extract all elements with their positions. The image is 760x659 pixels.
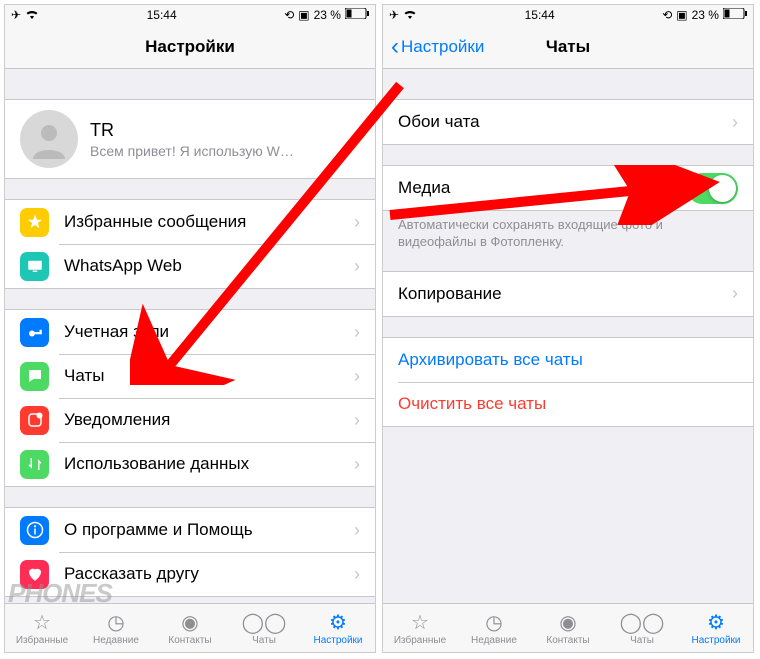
- cell-label: Избранные сообщения: [64, 212, 354, 232]
- archive-all-cell[interactable]: Архивировать все чаты: [383, 338, 753, 382]
- avatar: [20, 110, 78, 168]
- profile-cell[interactable]: TR Всем привет! Я использую W… ›: [5, 100, 375, 178]
- chevron-right-icon: ›: [354, 564, 360, 585]
- wifi-icon: [403, 8, 417, 22]
- wifi-icon: [25, 8, 39, 22]
- cell-label: Обои чата: [398, 112, 732, 132]
- chevron-right-icon: ›: [732, 112, 738, 133]
- tab-settings[interactable]: ⚙Настройки: [679, 604, 753, 652]
- tab-bar: ☆Избранные ◷Недавние ◉Контакты ◯◯Чаты ⚙Н…: [383, 603, 753, 652]
- status-time: 15:44: [525, 8, 555, 22]
- nav-bar: Настройки: [5, 25, 375, 69]
- profile-status: Всем привет! Я использую W…: [90, 143, 354, 159]
- watermark: PHONES: [8, 578, 112, 609]
- chats-cell[interactable]: Чаты ›: [5, 354, 375, 398]
- airplane-icon: ✈: [389, 8, 399, 22]
- cell-label: Уведомления: [64, 410, 354, 430]
- settings-screen: ✈ 15:44 ⟲ ▣ 23 % Настройки: [4, 4, 376, 653]
- notifications-cell[interactable]: Уведомления ›: [5, 398, 375, 442]
- back-button[interactable]: ‹ Настройки: [391, 33, 484, 61]
- tab-bar: ☆Избранные ◷Недавние ◉Контакты ◯◯Чаты ⚙Н…: [5, 603, 375, 652]
- clear-all-cell[interactable]: Очистить все чаты: [383, 382, 753, 426]
- battery-icon: [723, 8, 747, 22]
- orientation-lock-icon: ⟲: [662, 8, 672, 22]
- wallpaper-cell[interactable]: Обои чата ›: [383, 100, 753, 144]
- nav-bar: ‹ Настройки Чаты: [383, 25, 753, 69]
- media-cell: Медиа: [383, 166, 753, 210]
- clock-icon: ◷: [485, 610, 502, 634]
- back-label: Настройки: [401, 37, 484, 57]
- chevron-left-icon: ‹: [391, 33, 399, 61]
- battery-percent: 23 %: [314, 8, 341, 22]
- cell-label: Очистить все чаты: [398, 394, 738, 414]
- notification-icon: [20, 406, 49, 435]
- person-icon: ◉: [559, 610, 576, 634]
- profile-name: TR: [90, 120, 354, 141]
- status-bar: ✈ 15:44 ⟲ ▣ 23 %: [383, 5, 753, 25]
- airplane-icon: ✈: [11, 8, 21, 22]
- tab-settings[interactable]: ⚙Настройки: [301, 604, 375, 652]
- star-icon: ☆: [33, 610, 51, 634]
- nav-title: Настройки: [145, 37, 235, 57]
- backup-cell[interactable]: Копирование ›: [383, 272, 753, 316]
- whatsapp-web-cell[interactable]: WhatsApp Web ›: [5, 244, 375, 288]
- star-icon: ☆: [411, 610, 429, 634]
- chevron-right-icon: ›: [354, 322, 360, 343]
- cell-label: Копирование: [398, 284, 732, 304]
- chevron-right-icon: ›: [354, 410, 360, 431]
- gear-icon: ⚙: [707, 610, 725, 634]
- cell-label: Использование данных: [64, 454, 354, 474]
- cell-label: Архивировать все чаты: [398, 350, 738, 370]
- orientation-lock-icon: ⟲: [284, 8, 294, 22]
- desktop-icon: [20, 252, 49, 281]
- about-cell[interactable]: О программе и Помощь ›: [5, 508, 375, 552]
- data-icon: [20, 450, 49, 479]
- screenshot-icon: ▣: [298, 8, 309, 22]
- chevron-right-icon: ›: [354, 454, 360, 475]
- star-icon: [20, 208, 49, 237]
- tab-chats[interactable]: ◯◯Чаты: [605, 604, 679, 652]
- chat-icon: [20, 362, 49, 391]
- chevron-right-icon: ›: [354, 256, 360, 277]
- cell-label: О программе и Помощь: [64, 520, 354, 540]
- person-icon: ◉: [181, 610, 198, 634]
- starred-messages-cell[interactable]: Избранные сообщения ›: [5, 200, 375, 244]
- info-icon: [20, 516, 49, 545]
- cell-label: Чаты: [64, 366, 354, 386]
- chevron-right-icon: ›: [732, 283, 738, 304]
- chevron-right-icon: ›: [354, 212, 360, 233]
- data-usage-cell[interactable]: Использование данных ›: [5, 442, 375, 486]
- chats-settings-screen: ✈ 15:44 ⟲ ▣ 23 % ‹ Настройки Чаты: [382, 4, 754, 653]
- chat-bubbles-icon: ◯◯: [620, 610, 665, 634]
- battery-percent: 23 %: [692, 8, 719, 22]
- cell-label: Учетная запи: [64, 322, 354, 342]
- tab-favorites[interactable]: ☆Избранные: [5, 604, 79, 652]
- tab-chats[interactable]: ◯◯Чаты: [227, 604, 301, 652]
- chevron-right-icon: ›: [354, 129, 360, 150]
- cell-label: WhatsApp Web: [64, 256, 354, 276]
- tab-contacts[interactable]: ◉Контакты: [153, 604, 227, 652]
- status-time: 15:44: [147, 8, 177, 22]
- clock-icon: ◷: [107, 610, 124, 634]
- key-icon: [20, 318, 49, 347]
- media-footer-note: Автоматически сохранять входящие фото и …: [383, 211, 753, 251]
- screenshot-icon: ▣: [676, 8, 687, 22]
- media-toggle[interactable]: [687, 173, 738, 204]
- nav-title: Чаты: [546, 37, 590, 57]
- cell-label: Медиа: [398, 178, 687, 198]
- tab-contacts[interactable]: ◉Контакты: [531, 604, 605, 652]
- chevron-right-icon: ›: [354, 366, 360, 387]
- tab-recent[interactable]: ◷Недавние: [79, 604, 153, 652]
- account-cell[interactable]: Учетная запи ›: [5, 310, 375, 354]
- tab-recent[interactable]: ◷Недавние: [457, 604, 531, 652]
- tab-favorites[interactable]: ☆Избранные: [383, 604, 457, 652]
- battery-icon: [345, 8, 369, 22]
- chat-bubbles-icon: ◯◯: [242, 610, 287, 634]
- status-bar: ✈ 15:44 ⟲ ▣ 23 %: [5, 5, 375, 25]
- chevron-right-icon: ›: [354, 520, 360, 541]
- gear-icon: ⚙: [329, 610, 347, 634]
